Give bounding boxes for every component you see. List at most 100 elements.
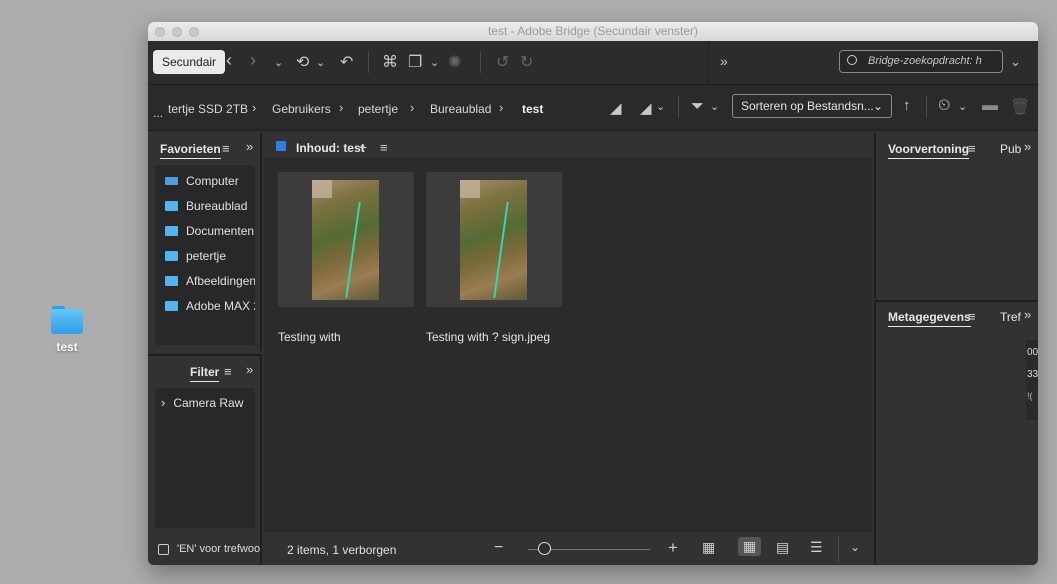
search-dropdown-icon[interactable]: ⌄: [1010, 54, 1021, 70]
recent-files-dropdown-icon[interactable]: ⌄: [958, 100, 967, 113]
sort-dropdown[interactable]: Sorteren op Bestandsn... ⌄: [732, 94, 892, 118]
preview-panel: Voorvertoning ≡ Pub »: [874, 133, 1038, 298]
grid-lock-icon[interactable]: ▦: [702, 539, 715, 556]
bridge-window: test - Adobe Bridge (Secundair venster) …: [148, 22, 1038, 565]
filter-tab[interactable]: Filter: [190, 365, 220, 382]
favorites-tab[interactable]: Favorieten: [160, 142, 221, 159]
quality-icon[interactable]: ◢: [610, 99, 622, 117]
panel-expand-icon[interactable]: »: [246, 139, 253, 154]
thumbnail-quality-icon[interactable]: ◢: [640, 99, 652, 117]
favorite-bureaublad[interactable]: Bureaublad: [165, 199, 247, 213]
title-bar: test - Adobe Bridge (Secundair venster): [148, 22, 1038, 41]
favorite-computer[interactable]: Computer: [165, 174, 239, 188]
publish-tab[interactable]: Pub: [1000, 142, 1021, 156]
add-tab-icon[interactable]: +: [359, 139, 367, 155]
history-dropdown-icon[interactable]: ⌄: [316, 56, 325, 69]
toolbar-divider: [368, 51, 369, 73]
file-name-1[interactable]: Testing with: [278, 330, 341, 344]
filter-icon[interactable]: ⏷: [691, 98, 704, 116]
path-bar: ... tertje SSD 2TB › Gebruikers › petert…: [148, 85, 1038, 131]
path-ellipsis[interactable]: ...: [153, 106, 163, 120]
thumbnail-2[interactable]: [426, 172, 562, 307]
forward-icon[interactable]: ›: [250, 50, 256, 71]
folder-icon: [165, 201, 178, 211]
details-view-icon[interactable]: ▤: [776, 539, 789, 556]
computer-icon: [165, 177, 178, 185]
filter-dropdown-icon[interactable]: ⌄: [710, 100, 719, 113]
favorite-documenten[interactable]: Documenten: [165, 224, 254, 238]
sort-direction-icon[interactable]: ↑: [903, 97, 911, 114]
return-icon[interactable]: ↶: [340, 52, 353, 72]
new-folder-icon[interactable]: ▬: [982, 97, 998, 115]
item-count: 2 items, 1 verborgen: [287, 543, 397, 557]
trash-icon[interactable]: 🗑: [1010, 97, 1030, 117]
chevron-right-icon: ›: [410, 100, 415, 115]
rotate-left-icon[interactable]: ↺: [496, 52, 509, 72]
more-tools-icon[interactable]: »: [720, 53, 728, 69]
refine-icon[interactable]: ✺: [448, 52, 461, 72]
folder-icon: [165, 276, 178, 286]
desktop-folder-test[interactable]: test: [44, 304, 90, 354]
zoom-out-icon[interactable]: −: [494, 539, 503, 557]
camera-import-icon[interactable]: ⌘: [382, 52, 398, 72]
zoom-window-button[interactable]: [189, 27, 199, 37]
thumbnail-1[interactable]: [278, 172, 414, 307]
file-name-2[interactable]: Testing with ? sign.jpeg: [426, 330, 550, 344]
crumb-petertje[interactable]: petertje: [358, 102, 398, 116]
metadata-tab[interactable]: Metagegevens: [888, 310, 971, 327]
content-tab[interactable]: Inhoud: test: [296, 141, 365, 155]
main-toolbar: Secundair ‹ › ⌄ ⟲ ⌄ ↶ ⌘ ❐ ⌄ ✺ ↺ ↻ » Brid…: [148, 41, 1038, 85]
favorite-afbeeldingen[interactable]: Afbeeldingen: [165, 274, 255, 288]
window-title: test - Adobe Bridge (Secundair venster): [487, 24, 699, 38]
filter-panel: Filter ≡ » › Camera Raw 'EN' voor trefwo…: [148, 354, 262, 565]
history-icon[interactable]: ⟲: [296, 52, 309, 72]
recent-dropdown-icon[interactable]: ⌄: [274, 56, 283, 69]
panel-menu-icon[interactable]: ≡: [222, 141, 230, 156]
panel-menu-icon[interactable]: ≡: [224, 364, 232, 379]
metadata-value: 00: [1027, 347, 1038, 358]
crumb-test[interactable]: test: [522, 102, 543, 116]
list-view-icon[interactable]: ☰: [810, 539, 823, 556]
favorite-petertje[interactable]: petertje: [165, 249, 226, 263]
metadata-value: !(: [1027, 391, 1033, 401]
keywords-tab[interactable]: Tref: [1000, 310, 1021, 324]
favorite-adobe-max[interactable]: Adobe MAX 20: [165, 299, 255, 313]
open-recent-icon[interactable]: ⏲: [938, 97, 950, 115]
panel-expand-icon[interactable]: »: [1024, 139, 1031, 154]
map-photo-thumbnail: [460, 180, 527, 300]
search-input[interactable]: Bridge-zoekopdracht: h: [839, 50, 1003, 73]
copy-dropdown-icon[interactable]: ⌄: [430, 56, 439, 69]
crumb-bureaublad[interactable]: Bureaublad: [430, 102, 491, 116]
chevron-right-icon: ›: [252, 100, 257, 115]
close-window-button[interactable]: [155, 27, 165, 37]
copy-files-icon[interactable]: ❐: [408, 52, 422, 72]
and-keyword-checkbox[interactable]: [158, 543, 169, 555]
and-keyword-option[interactable]: 'EN' voor trefwoo: [158, 543, 260, 555]
panel-menu-icon[interactable]: ≡: [968, 141, 976, 156]
sort-label: Sorteren op Bestandsn...: [741, 99, 874, 113]
quality-dropdown-icon[interactable]: ⌄: [656, 100, 665, 113]
crumb-volume[interactable]: tertje SSD 2TB: [168, 102, 248, 116]
secondary-button[interactable]: Secundair: [153, 50, 226, 74]
slider-knob[interactable]: [538, 542, 551, 555]
content-panel: Inhoud: test + ≡ Testing with Testing wi…: [264, 133, 872, 565]
back-icon[interactable]: ‹: [226, 50, 232, 71]
thumbnail-view-icon[interactable]: ▦: [738, 537, 762, 556]
metadata-value: 33: [1027, 369, 1038, 380]
toolbar-divider: [480, 51, 481, 73]
filter-camera-raw[interactable]: › Camera Raw: [161, 395, 243, 410]
panel-menu-icon[interactable]: ≡: [968, 309, 976, 324]
zoom-in-icon[interactable]: +: [668, 538, 678, 558]
window-controls: [155, 27, 199, 37]
panel-expand-icon[interactable]: »: [1024, 307, 1031, 322]
minimize-window-button[interactable]: [172, 27, 182, 37]
panel-menu-icon[interactable]: ≡: [380, 140, 388, 155]
preview-tab[interactable]: Voorvertoning: [888, 142, 970, 159]
crumb-gebruikers[interactable]: Gebruikers: [272, 102, 331, 116]
map-photo-thumbnail: [312, 180, 379, 300]
view-options-dropdown-icon[interactable]: ⌄: [850, 540, 860, 554]
rotate-right-icon[interactable]: ↻: [520, 52, 533, 72]
folder-icon: [51, 304, 83, 334]
chevron-right-icon: ›: [339, 100, 344, 115]
panel-expand-icon[interactable]: »: [246, 362, 253, 377]
